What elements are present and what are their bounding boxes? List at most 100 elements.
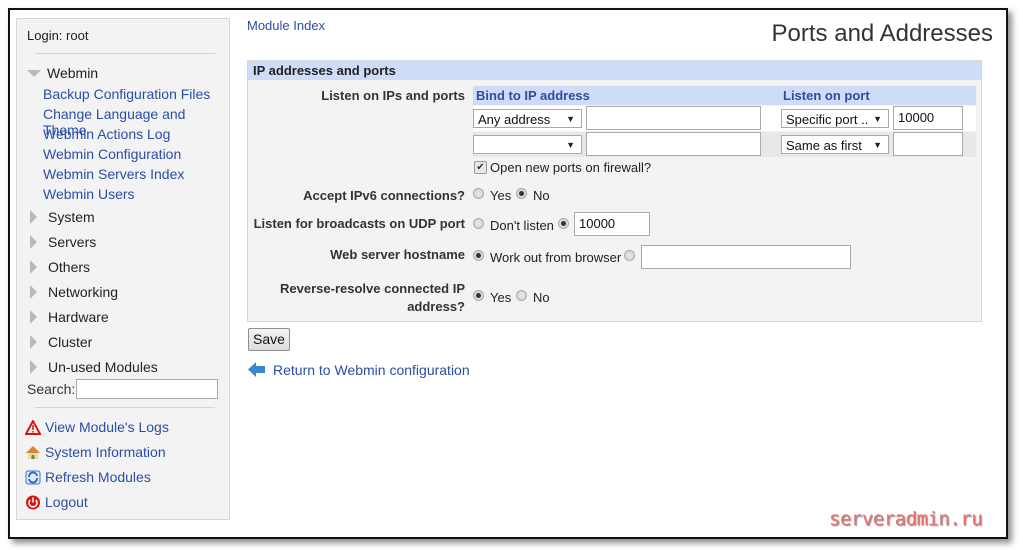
- category-label: Un-used Modules: [48, 359, 158, 375]
- warning-icon: [25, 419, 41, 435]
- select-value: Same as first: [786, 138, 862, 153]
- category-label: Networking: [48, 284, 119, 300]
- sidebar-divider: [35, 53, 215, 54]
- hostname-input[interactable]: [641, 245, 851, 269]
- link-backup-configuration-files[interactable]: Backup Configuration Files: [43, 86, 210, 102]
- reverse-no-label: No: [533, 290, 550, 305]
- category-label: Hardware: [48, 309, 109, 325]
- category-webmin[interactable]: Webmin: [27, 65, 98, 81]
- ipv6-yes-radio[interactable]: [473, 188, 484, 199]
- reverse-resolve-label: Reverse-resolve connected IP address?: [280, 280, 465, 316]
- tool-label: Refresh Modules: [45, 469, 151, 485]
- search-input[interactable]: [76, 379, 218, 399]
- watermark: serveradmin.ru: [829, 508, 983, 530]
- page-title: Ports and Addresses: [771, 20, 993, 47]
- search-label: Search:: [27, 381, 76, 397]
- label-line: Reverse-resolve connected IP: [280, 281, 465, 296]
- return-link[interactable]: Return to Webmin configuration: [248, 361, 470, 378]
- hostname-label: Web server hostname: [330, 247, 465, 262]
- category-servers[interactable]: Servers: [27, 234, 96, 250]
- category-label: System: [48, 209, 95, 225]
- hostname-browser-label: Work out from browser: [490, 250, 622, 265]
- ip-address-input[interactable]: [586, 132, 761, 156]
- category-label: Servers: [48, 234, 97, 250]
- refresh-modules-link[interactable]: Refresh Modules: [25, 469, 151, 485]
- udp-dont-listen-radio[interactable]: [473, 218, 484, 229]
- sidebar: Login: root Webmin Backup Configuration …: [16, 18, 230, 520]
- ip-address-input[interactable]: [586, 106, 761, 130]
- module-index-link[interactable]: Module Index: [247, 18, 325, 33]
- port-select[interactable]: Specific port .. ▼: [781, 109, 889, 128]
- udp-dont-listen-label: Don't listen: [490, 218, 554, 233]
- firewall-label: Open new ports on firewall?: [490, 160, 652, 175]
- home-icon: [26, 445, 40, 459]
- save-button[interactable]: Save: [248, 328, 290, 351]
- category-cluster[interactable]: Cluster: [27, 334, 92, 350]
- select-value: Any address: [478, 112, 551, 127]
- category-label: Cluster: [48, 334, 93, 350]
- port-input[interactable]: [893, 132, 963, 156]
- hostname-browser-radio[interactable]: [473, 250, 484, 261]
- chevron-right-icon: [30, 235, 37, 249]
- firewall-checkbox[interactable]: ✔: [474, 161, 487, 174]
- power-icon: [26, 495, 40, 509]
- category-others[interactable]: Others: [27, 259, 90, 275]
- panel-title: IP addresses and ports: [248, 61, 981, 80]
- chevron-right-icon: [30, 310, 37, 324]
- label-line: address?: [407, 299, 465, 314]
- tool-label: View Module's Logs: [45, 419, 169, 435]
- category-networking[interactable]: Networking: [27, 284, 118, 300]
- refresh-icon: [25, 470, 41, 484]
- ipv6-label: Accept IPv6 connections?: [303, 188, 465, 203]
- column-header: Listen on port: [783, 88, 870, 103]
- udp-port-input[interactable]: 10000: [574, 212, 650, 236]
- category-system[interactable]: System: [27, 209, 95, 225]
- view-module-logs-link[interactable]: View Module's Logs: [25, 419, 169, 435]
- table-header: Bind to IP address Listen on port: [473, 86, 976, 105]
- ipv6-no-radio[interactable]: [516, 188, 527, 199]
- listen-ips-label: Listen on IPs and ports: [321, 88, 465, 103]
- return-label: Return to Webmin configuration: [273, 361, 470, 378]
- chevron-down-icon: [27, 69, 41, 77]
- port-select[interactable]: Same as first ▼: [781, 135, 889, 154]
- port-input[interactable]: 10000: [893, 106, 963, 130]
- table-row: Any address ▼ Specific port .. ▼ 10000: [473, 106, 976, 131]
- sidebar-divider: [35, 407, 215, 408]
- link-webmin-users[interactable]: Webmin Users: [43, 186, 135, 202]
- chevron-right-icon: [30, 360, 37, 374]
- system-information-link[interactable]: System Information: [25, 444, 166, 460]
- select-value: Specific port ..: [786, 112, 869, 127]
- ipv6-yes-label: Yes: [490, 188, 512, 203]
- ipv6-no-label: No: [533, 188, 550, 203]
- chevron-right-icon: [30, 335, 37, 349]
- tool-label: Logout: [45, 494, 88, 510]
- column-header: Bind to IP address: [476, 88, 590, 103]
- dropdown-arrow-icon: ▼: [566, 114, 575, 124]
- link-webmin-actions-log[interactable]: Webmin Actions Log: [43, 126, 170, 142]
- reverse-no-radio[interactable]: [516, 290, 527, 301]
- category-unused-modules[interactable]: Un-used Modules: [27, 359, 158, 375]
- login-label: Login: root: [27, 28, 89, 43]
- logout-link[interactable]: Logout: [25, 494, 88, 510]
- chevron-right-icon: [30, 285, 37, 299]
- link-webmin-configuration[interactable]: Webmin Configuration: [43, 146, 181, 162]
- category-label: Webmin: [47, 65, 99, 81]
- dropdown-arrow-icon: ▼: [873, 114, 882, 124]
- reverse-yes-radio[interactable]: [473, 290, 484, 301]
- back-arrow-icon: [248, 362, 265, 377]
- hostname-custom-radio[interactable]: [624, 250, 635, 261]
- ip-ports-panel: IP addresses and ports Listen on IPs and…: [247, 60, 982, 322]
- udp-port-radio[interactable]: [558, 218, 569, 229]
- link-webmin-servers-index[interactable]: Webmin Servers Index: [43, 166, 184, 182]
- chevron-right-icon: [30, 260, 37, 274]
- category-hardware[interactable]: Hardware: [27, 309, 109, 325]
- reverse-yes-label: Yes: [490, 290, 512, 305]
- table-row: ▼ Same as first ▼: [473, 132, 976, 157]
- tool-label: System Information: [45, 444, 166, 460]
- dropdown-arrow-icon: ▼: [566, 140, 575, 150]
- ip-select[interactable]: ▼: [473, 135, 582, 154]
- udp-label: Listen for broadcasts on UDP port: [253, 216, 465, 231]
- dropdown-arrow-icon: ▼: [873, 140, 882, 150]
- chevron-right-icon: [30, 210, 37, 224]
- ip-select[interactable]: Any address ▼: [473, 109, 582, 128]
